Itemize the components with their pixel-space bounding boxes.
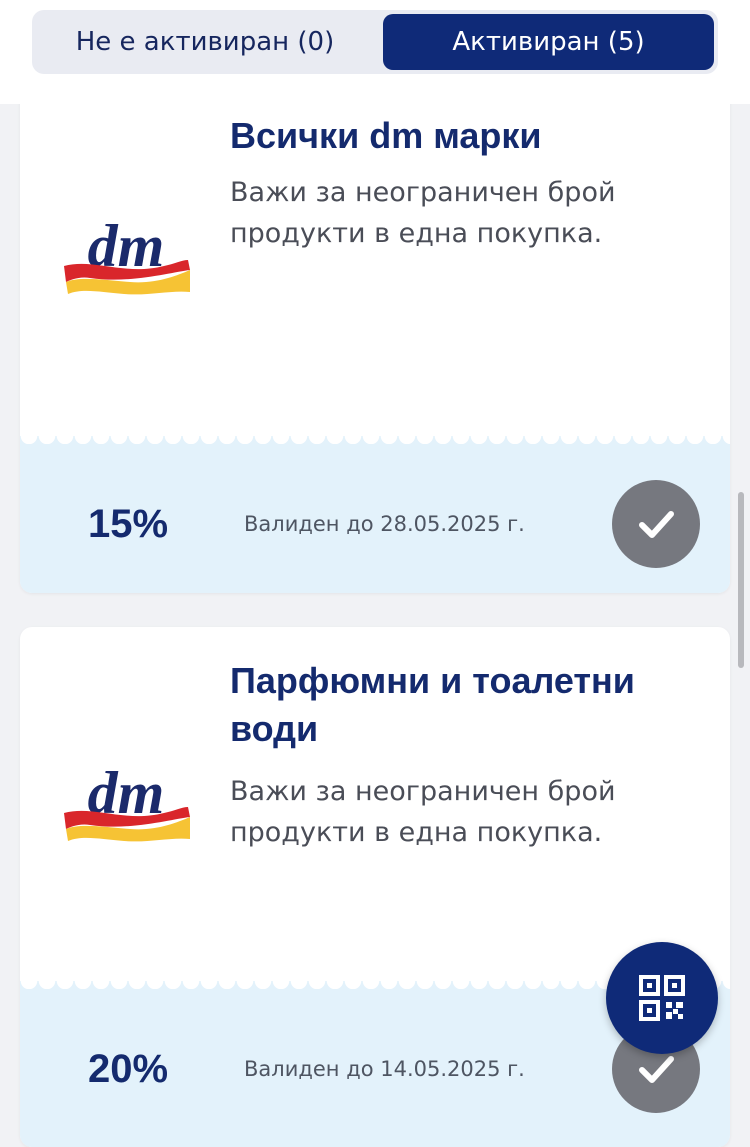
discount-value: 15%: [88, 502, 169, 546]
tab-not-activated[interactable]: Не е активиран (0): [36, 14, 374, 70]
qr-code-button[interactable]: [606, 942, 718, 1054]
dm-logo: dm: [64, 213, 190, 295]
coupon-description: Важи за неограничен брой продукти в една…: [230, 776, 616, 848]
dm-logo: dm: [64, 760, 190, 842]
top-bar: Не е активиран (0) Активиран (5): [0, 0, 750, 104]
tab-activated[interactable]: Активиран (5): [383, 14, 714, 70]
coupon-title: Парфюмни и тоалетни води: [230, 660, 635, 749]
checkmark-icon: [639, 511, 674, 538]
coupon-card[interactable]: dm Парфюмни и тоалетни води Важи за неог…: [20, 627, 730, 1147]
validity-date: Валиден до 28.05.2025 г.: [244, 512, 525, 536]
scrollbar[interactable]: [738, 492, 744, 668]
qr-code-icon: [639, 975, 685, 1021]
coupon-description: Важи за неограничен брой продукти в една…: [230, 177, 616, 249]
coupon-card[interactable]: dm Всички dm марки Важи за неограничен б…: [20, 60, 730, 593]
coupon-title: Всички dm марки: [230, 115, 542, 156]
coupon-footer: 15% Валиден до 28.05.2025 г.: [20, 428, 730, 593]
activation-segmented-control: Не е активиран (0) Активиран (5): [32, 10, 718, 74]
discount-value: 20%: [88, 1047, 169, 1091]
activated-status-button[interactable]: [612, 480, 700, 568]
validity-date: Валиден до 14.05.2025 г.: [244, 1057, 525, 1081]
